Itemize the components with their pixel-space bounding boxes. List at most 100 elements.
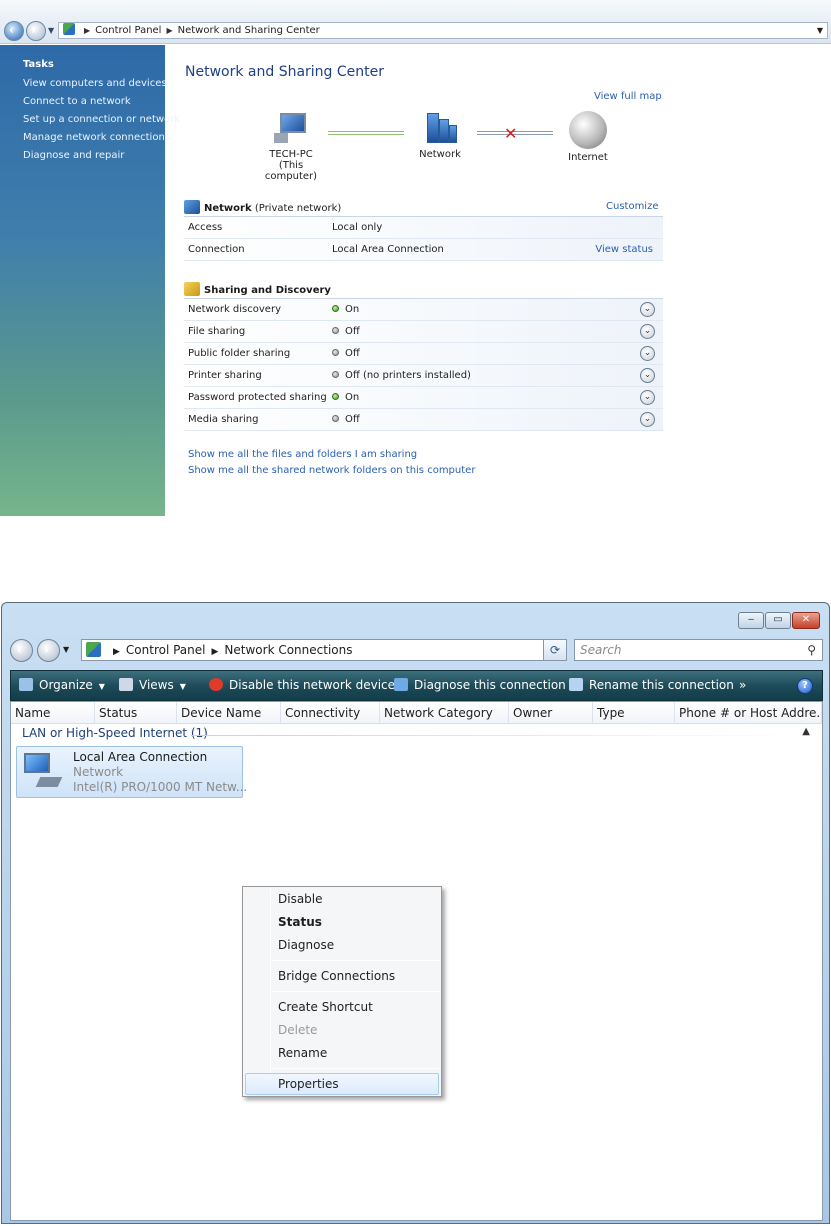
close-button[interactable]: ✕ bbox=[792, 612, 820, 629]
menu-item-rename[interactable]: Rename bbox=[278, 1046, 327, 1060]
sharing-row-password[interactable]: Password protected sharing On ⌄ bbox=[184, 387, 663, 409]
tasks-pane: Tasks View computers and devices Connect… bbox=[0, 45, 180, 516]
menu-item-properties[interactable]: Properties bbox=[278, 1077, 339, 1091]
views-icon bbox=[119, 678, 133, 691]
row-label: Media sharing bbox=[188, 414, 259, 425]
sharing-row-printer[interactable]: Printer sharing Off (no printers install… bbox=[184, 365, 663, 387]
menu-item-diagnose[interactable]: Diagnose bbox=[278, 938, 334, 952]
network-sharing-center-window: ‹ › ▼ ▶ Control Panel ▶ Network and Sharing… bbox=[0, 0, 831, 516]
network-connection-icon bbox=[22, 753, 63, 791]
forward-button[interactable]: › bbox=[37, 639, 60, 662]
command-bar: Organize ▼ Views ▼ Disable this network de… bbox=[10, 670, 823, 701]
history-dropdown-icon[interactable]: ▼ bbox=[48, 26, 54, 35]
breadcrumb-network-sharing-center[interactable]: Network and Sharing Center bbox=[178, 25, 320, 36]
task-view-computers[interactable]: View computers and devices bbox=[23, 78, 167, 89]
sharing-row-media[interactable]: Media sharing Off ⌄ bbox=[184, 409, 663, 431]
column-owner[interactable]: Owner bbox=[509, 702, 593, 724]
expand-icon[interactable]: ⌄ bbox=[640, 412, 655, 427]
expand-icon[interactable]: ⌄ bbox=[640, 368, 655, 383]
row-value: Local Area Connection bbox=[332, 244, 444, 255]
back-button[interactable]: ‹ bbox=[10, 639, 33, 662]
diagnose-icon bbox=[394, 678, 408, 691]
network-icon bbox=[421, 111, 459, 143]
map-computer-node[interactable]: TECH-PC (This computer) bbox=[253, 111, 329, 182]
expand-icon[interactable]: ⌄ bbox=[640, 324, 655, 339]
menu-item-disable[interactable]: Disable bbox=[278, 892, 323, 906]
show-shared-files-link[interactable]: Show me all the files and folders I am s… bbox=[188, 447, 475, 463]
column-device-name[interactable]: Device Name bbox=[177, 702, 281, 724]
rename-connection-button[interactable]: Rename this connection bbox=[569, 671, 734, 700]
search-icon[interactable]: ⚲ bbox=[807, 640, 816, 660]
refresh-button[interactable]: ⟳ bbox=[543, 639, 567, 661]
row-value: Off (no printers installed) bbox=[332, 365, 471, 387]
more-commands-button[interactable]: » bbox=[739, 671, 746, 700]
network-details-table: Access Local only Connection Local Area … bbox=[184, 216, 663, 261]
map-network-node[interactable]: Network bbox=[410, 111, 470, 160]
column-name[interactable]: Name bbox=[11, 702, 95, 724]
sharing-row-public-folder[interactable]: Public folder sharing Off ⌄ bbox=[184, 343, 663, 365]
expand-icon[interactable]: ⌄ bbox=[640, 302, 655, 317]
view-full-map-link[interactable]: View full map bbox=[594, 91, 662, 102]
connection-item[interactable]: Local Area Connection Network Intel(R) P… bbox=[16, 746, 247, 798]
customize-link[interactable]: Customize bbox=[606, 201, 659, 212]
minimize-button[interactable]: ‒ bbox=[738, 612, 764, 629]
breadcrumb[interactable]: ▶ Control Panel ▶ Network and Sharing Cente… bbox=[58, 22, 828, 39]
forward-button[interactable]: › bbox=[26, 21, 46, 41]
column-connectivity[interactable]: Connectivity bbox=[281, 702, 380, 724]
menu-item-status[interactable]: Status bbox=[278, 915, 322, 929]
group-divider bbox=[191, 735, 801, 736]
sharing-links: Show me all the files and folders I am s… bbox=[188, 447, 475, 479]
show-shared-folders-link[interactable]: Show me all the shared network folders o… bbox=[188, 463, 475, 479]
diagnose-connection-button[interactable]: Diagnose this connection bbox=[394, 671, 566, 700]
search-placeholder: Search bbox=[580, 643, 622, 657]
maximize-button[interactable]: ▭ bbox=[765, 612, 791, 629]
status-text: Off bbox=[345, 326, 360, 337]
map-internet-node[interactable]: Internet bbox=[561, 111, 615, 163]
search-input[interactable]: Search ⚲ bbox=[574, 639, 823, 661]
organize-label: Organize bbox=[39, 678, 93, 692]
views-label: Views bbox=[139, 678, 174, 692]
menu-gutter bbox=[270, 889, 271, 1094]
column-network-category[interactable]: Network Category bbox=[380, 702, 509, 724]
forward-arrow-icon: › bbox=[44, 643, 49, 657]
status-on-icon bbox=[332, 393, 339, 400]
breadcrumb-control-panel[interactable]: Control Panel bbox=[95, 25, 161, 36]
column-type[interactable]: Type bbox=[593, 702, 675, 724]
sharing-row-file-sharing[interactable]: File sharing Off ⌄ bbox=[184, 321, 663, 343]
status-off-icon bbox=[332, 327, 339, 334]
breadcrumb-network-connections[interactable]: Network Connections bbox=[224, 643, 352, 657]
expand-icon[interactable]: ⌄ bbox=[640, 390, 655, 405]
back-button[interactable]: ‹ bbox=[4, 21, 24, 41]
column-phone-host[interactable]: Phone # or Host Addre... bbox=[675, 702, 822, 724]
disable-device-button[interactable]: Disable this network device bbox=[209, 671, 395, 700]
menu-item-create-shortcut[interactable]: Create Shortcut bbox=[278, 1000, 373, 1014]
column-status[interactable]: Status bbox=[95, 702, 177, 724]
status-off-icon bbox=[332, 371, 339, 378]
page-title: Network and Sharing Center bbox=[185, 64, 385, 80]
history-dropdown-icon[interactable]: ▼ bbox=[63, 645, 69, 654]
task-manage-connections[interactable]: Manage network connections bbox=[23, 132, 170, 143]
help-icon[interactable]: ? bbox=[797, 678, 813, 694]
task-set-up-connection[interactable]: Set up a connection or network bbox=[23, 114, 180, 125]
network-connections-window: ‒ ▭ ✕ ‹ › ▼ ▶ Control Panel ▶ Network Connect… bbox=[1, 602, 830, 1224]
breadcrumb-separator-icon: ▶ bbox=[166, 26, 173, 35]
status-off-icon bbox=[332, 349, 339, 356]
expand-icon[interactable]: ⌄ bbox=[640, 346, 655, 361]
organize-button[interactable]: Organize ▼ bbox=[19, 671, 105, 701]
network-name: Network bbox=[204, 203, 252, 214]
menu-item-delete: Delete bbox=[278, 1023, 318, 1037]
breadcrumb-control-panel[interactable]: Control Panel bbox=[126, 643, 206, 657]
group-header[interactable]: LAN or High-Speed Internet (1) bbox=[22, 726, 208, 740]
sharing-title: Sharing and Discovery bbox=[204, 285, 331, 296]
address-dropdown-icon[interactable]: ▼ bbox=[817, 23, 823, 38]
menu-item-bridge[interactable]: Bridge Connections bbox=[278, 969, 395, 983]
task-diagnose-repair[interactable]: Diagnose and repair bbox=[23, 150, 165, 161]
breadcrumb[interactable]: ▶Control Panel▶Network Connections ▼ bbox=[81, 639, 565, 661]
row-label: Public folder sharing bbox=[188, 348, 291, 359]
task-connect-to-network[interactable]: Connect to a network bbox=[23, 96, 165, 107]
sharing-row-network-discovery[interactable]: Network discovery On ⌄ bbox=[184, 299, 663, 321]
sharing-section-header: Sharing and Discovery bbox=[184, 282, 331, 296]
collapse-group-icon[interactable]: ▲ bbox=[802, 726, 810, 737]
views-button[interactable]: Views ▼ bbox=[119, 671, 186, 701]
view-status-link[interactable]: View status bbox=[595, 239, 653, 261]
